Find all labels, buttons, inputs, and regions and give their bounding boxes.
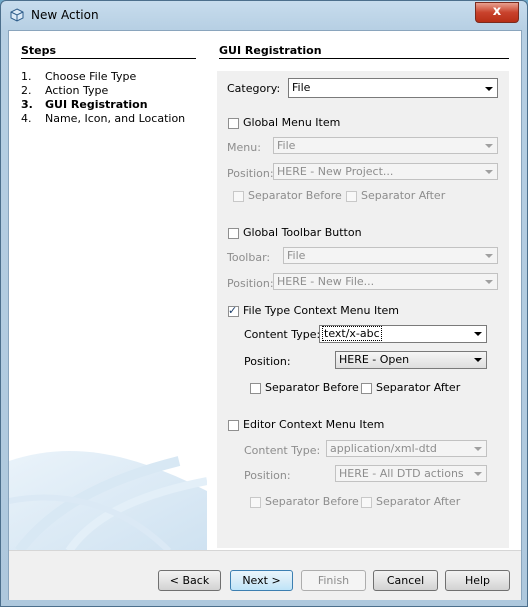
file-content-type-label: Content Type:: [244, 328, 321, 341]
step-number: 3.: [21, 98, 33, 111]
editor-context-menu-checkbox[interactable]: [228, 420, 239, 431]
category-select[interactable]: File: [288, 78, 498, 98]
chevron-down-icon: [485, 144, 493, 148]
file-position-select[interactable]: HERE - Open: [335, 351, 487, 369]
toolbar-select[interactable]: File: [283, 247, 498, 264]
chevron-down-icon: [474, 358, 482, 362]
file-separator-after-label: Separator After: [376, 381, 461, 394]
global-toolbar-button-checkbox[interactable]: [228, 228, 239, 239]
toolbar-position-value: HERE - New File...: [277, 275, 375, 288]
netbeans-cube-icon: [10, 8, 24, 22]
dialog-client: Steps 1. Choose File Type 2. Action Type 3…: [8, 30, 522, 600]
category-value: File: [292, 81, 311, 94]
chevron-down-icon: [485, 254, 493, 258]
step-number: 1.: [21, 70, 32, 83]
dialog-window: New Action x Steps 1. Choose File Type 2.…: [0, 0, 528, 607]
chevron-down-icon: [485, 87, 493, 91]
content-panel: GUI Registration Category: File Global M…: [207, 31, 521, 550]
editor-position-select[interactable]: HERE - All DTD actions: [335, 465, 487, 482]
global-toolbar-button-label: Global Toolbar Button: [243, 226, 362, 239]
menu-select[interactable]: File: [273, 137, 498, 154]
panel-divider: [219, 58, 509, 59]
menu-position-value: HERE - New Project...: [277, 165, 394, 178]
category-label: Category:: [227, 82, 281, 95]
step-label: Action Type: [45, 84, 109, 97]
menu-value: File: [277, 139, 296, 152]
file-type-context-menu-label: File Type Context Menu Item: [243, 304, 399, 317]
file-position-value: HERE - Open: [339, 353, 410, 366]
menu-separator-before-checkbox[interactable]: [233, 191, 244, 202]
chevron-down-icon: [485, 280, 493, 284]
menu-position-select[interactable]: HERE - New Project...: [273, 163, 498, 180]
panel-title: GUI Registration: [219, 44, 322, 57]
next-button[interactable]: Next >: [230, 570, 293, 591]
editor-content-type-value: application/xml-dtd: [330, 442, 437, 455]
file-position-label: Position:: [244, 355, 291, 368]
step-item: 4. Name, Icon, and Location: [21, 112, 185, 125]
file-separator-after-checkbox[interactable]: [361, 383, 372, 394]
close-button[interactable]: x: [475, 2, 519, 23]
step-item: 2. Action Type: [21, 84, 108, 97]
file-content-type-value: text/x-abc: [322, 326, 382, 341]
step-label: Name, Icon, and Location: [45, 112, 186, 125]
global-menu-item-label: Global Menu Item: [243, 116, 341, 129]
steps-divider: [21, 58, 196, 59]
editor-separator-after-checkbox[interactable]: [361, 497, 372, 508]
chevron-down-icon: [474, 332, 482, 336]
editor-content-type-label: Content Type:: [244, 444, 321, 457]
finish-button[interactable]: Finish: [301, 570, 366, 591]
cancel-button[interactable]: Cancel: [373, 570, 438, 591]
step-label: GUI Registration: [45, 98, 148, 111]
toolbar-position-select[interactable]: HERE - New File...: [273, 273, 498, 290]
toolbar-position-label: Position:: [227, 277, 274, 290]
editor-separator-before-checkbox[interactable]: [250, 497, 261, 508]
step-item: 1. Choose File Type: [21, 70, 136, 83]
checkmark-icon: ✓: [228, 304, 238, 317]
toolbar-value: File: [287, 249, 306, 262]
close-icon: x: [492, 4, 502, 19]
file-type-context-menu-checkbox[interactable]: ✓: [228, 304, 239, 317]
editor-content-type-select[interactable]: application/xml-dtd: [326, 440, 487, 457]
menu-label: Menu:: [227, 141, 261, 154]
toolbar-label: Toolbar:: [227, 251, 271, 264]
editor-separator-after-label: Separator After: [376, 495, 461, 508]
step-item-current: 3. GUI Registration: [21, 98, 148, 111]
file-content-type-select[interactable]: text/x-abc: [319, 325, 487, 343]
menu-position-label: Position:: [227, 167, 274, 180]
chevron-down-icon: [474, 447, 482, 451]
editor-context-menu-label: Editor Context Menu Item: [243, 418, 385, 431]
editor-position-label: Position:: [244, 469, 291, 482]
window-title: New Action: [31, 8, 99, 22]
back-button[interactable]: < Back: [158, 570, 221, 591]
menu-separator-after-label: Separator After: [361, 189, 446, 202]
editor-position-value: HERE - All DTD actions: [339, 467, 464, 480]
help-button[interactable]: Help: [445, 570, 510, 591]
decorative-swoosh-image: [9, 451, 207, 550]
title-bar[interactable]: New Action x: [1, 1, 527, 31]
file-separator-before-label: Separator Before: [265, 381, 359, 394]
step-label: Choose File Type: [45, 70, 137, 83]
global-menu-item-checkbox[interactable]: [228, 118, 239, 129]
editor-separator-before-label: Separator Before: [265, 495, 359, 508]
step-number: 2.: [21, 84, 32, 97]
button-bar: < Back Next > Finish Cancel Help: [9, 550, 521, 600]
file-separator-before-checkbox[interactable]: [250, 383, 261, 394]
steps-title: Steps: [21, 44, 57, 57]
menu-separator-after-checkbox[interactable]: [346, 191, 357, 202]
chevron-down-icon: [485, 170, 493, 174]
steps-panel: Steps 1. Choose File Type 2. Action Type 3…: [9, 31, 207, 550]
chevron-down-icon: [474, 472, 482, 476]
menu-separator-before-label: Separator Before: [248, 189, 342, 202]
step-number: 4.: [21, 112, 32, 125]
gui-registration-form: Category: File Global Menu Item Menu: Fi…: [217, 71, 509, 548]
